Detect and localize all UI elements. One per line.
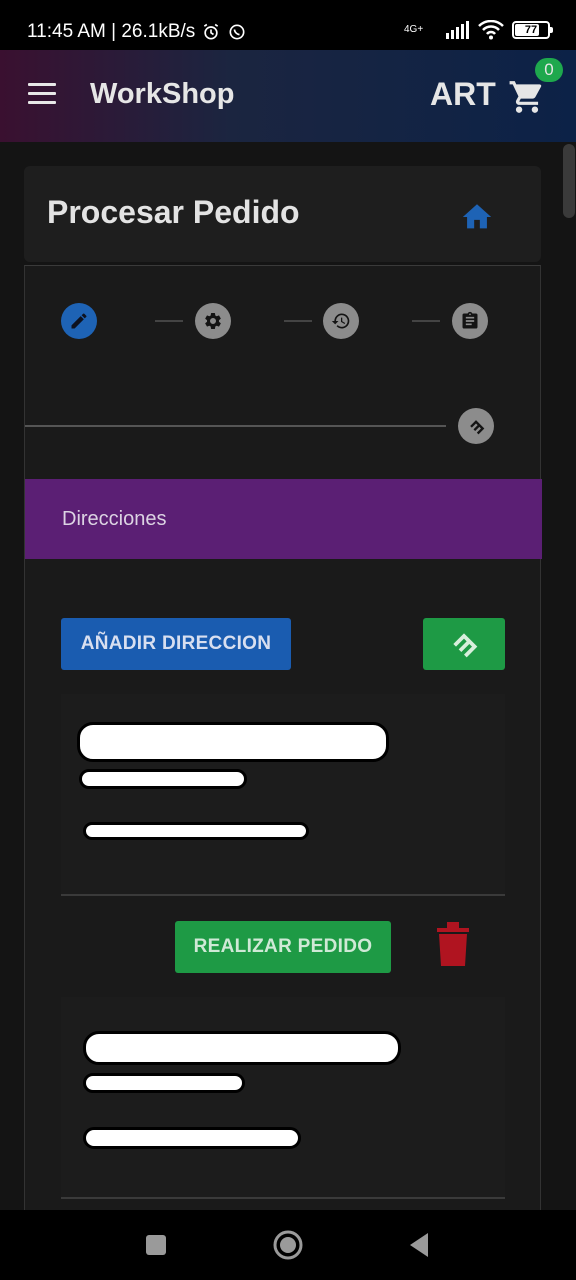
section-label: Direcciones xyxy=(62,508,167,530)
address-card[interactable] xyxy=(61,694,505,894)
scrollbar-thumb[interactable] xyxy=(563,144,575,218)
redacted-text xyxy=(83,822,309,840)
trash-icon[interactable] xyxy=(435,922,471,966)
confirm-address-button[interactable] xyxy=(423,618,505,670)
add-address-button[interactable]: AÑADIR DIRECCION xyxy=(61,618,291,670)
network-label: 4G+ xyxy=(404,24,424,35)
redacted-text xyxy=(79,769,247,789)
section-addresses: Direcciones xyxy=(25,479,542,559)
edit-icon xyxy=(71,313,87,329)
app-bar: WorkShop ART 0 xyxy=(0,50,576,142)
handshake-icon xyxy=(453,633,478,658)
cart-badge: 0 xyxy=(535,58,563,82)
checkout-card: Direcciones AÑADIR DIRECCION REALIZAR PE… xyxy=(24,265,542,1225)
home-button[interactable] xyxy=(272,1229,304,1261)
header-card: Procesar Pedido xyxy=(24,166,541,262)
settings-icon xyxy=(205,313,221,329)
cart-icon[interactable] xyxy=(508,78,546,116)
address-card[interactable] xyxy=(61,997,505,1197)
step-handshake-icon[interactable] xyxy=(458,408,494,444)
redacted-text xyxy=(83,1127,301,1149)
home-icon[interactable] xyxy=(460,200,494,234)
step-connector-long xyxy=(25,425,446,427)
step-connector xyxy=(284,320,312,322)
whatsapp-icon xyxy=(229,24,245,40)
step-settings-icon[interactable] xyxy=(195,303,231,339)
scrollbar[interactable] xyxy=(563,142,576,1210)
status-bar: 11:45 AM | 26.1kB/s 4G+ 77 xyxy=(0,0,576,50)
app-title: WorkShop xyxy=(90,78,235,110)
battery-level: 77 xyxy=(524,24,538,36)
redacted-text xyxy=(83,1031,401,1065)
brand-label[interactable]: ART xyxy=(430,76,496,113)
status-right: 4G+ 77 xyxy=(404,20,553,40)
handshake-icon xyxy=(470,420,485,435)
history-icon xyxy=(331,313,350,329)
alarm-icon xyxy=(204,23,219,40)
step-edit-icon[interactable] xyxy=(61,303,97,339)
step-connector xyxy=(412,320,440,322)
status-left: 11:45 AM | 26.1kB/s xyxy=(27,21,247,43)
menu-icon[interactable] xyxy=(28,83,56,109)
back-button[interactable] xyxy=(404,1229,436,1261)
place-order-button[interactable]: REALIZAR PEDIDO xyxy=(175,921,391,973)
page-title: Procesar Pedido xyxy=(47,194,300,230)
redacted-text xyxy=(77,722,389,762)
divider xyxy=(61,1197,505,1199)
system-nav-bar xyxy=(0,1210,576,1280)
step-connector xyxy=(155,320,183,322)
signal-icon xyxy=(446,21,469,39)
clipboard-icon xyxy=(462,311,478,329)
recents-button[interactable] xyxy=(140,1229,172,1261)
wifi-icon xyxy=(478,20,504,40)
redacted-text xyxy=(83,1073,245,1093)
step-clipboard-icon[interactable] xyxy=(452,303,488,339)
battery-icon: 77 xyxy=(512,21,553,39)
divider xyxy=(61,894,505,896)
step-history-icon[interactable] xyxy=(323,303,359,339)
status-time-speed: 11:45 AM | 26.1kB/s xyxy=(27,21,196,42)
